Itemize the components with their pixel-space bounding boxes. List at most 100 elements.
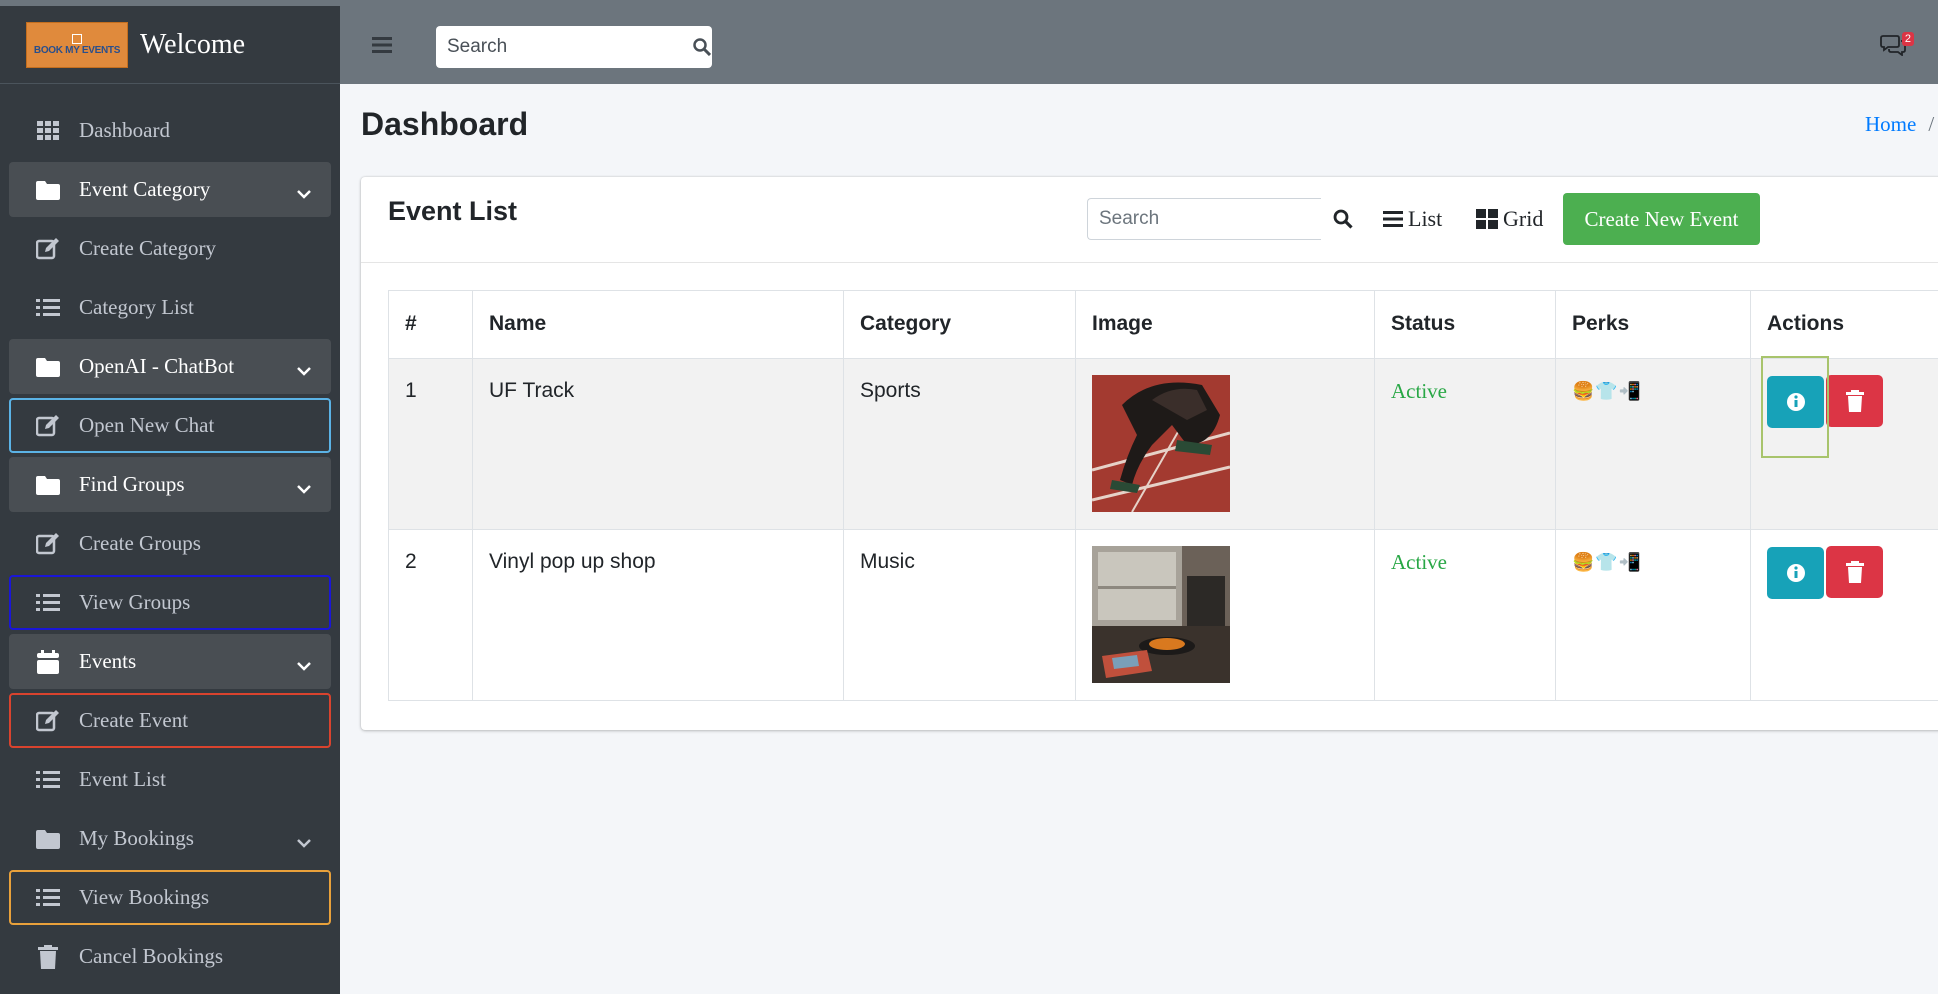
folder-icon [35, 178, 61, 202]
event-search [1087, 198, 1321, 240]
list-icon [35, 296, 61, 320]
action-buttons [1767, 546, 1883, 599]
events-table: # Name Category Image Status Perks Actio… [388, 290, 1938, 701]
highlight-box [1761, 356, 1829, 458]
cell-name: UF Track [472, 358, 844, 530]
cell-number: 1 [388, 358, 473, 530]
brand-title: Welcome [140, 28, 246, 60]
event-search-input[interactable] [1088, 199, 1321, 239]
sidebar-item-label: Create Category [79, 236, 217, 260]
status-badge: Active [1391, 550, 1447, 574]
sidebar-item-create-groups[interactable]: Create Groups [9, 516, 331, 571]
folder-icon [35, 355, 61, 379]
column-header: Perks [1555, 290, 1751, 359]
calendar-icon [35, 649, 61, 674]
cell-category: Music [843, 529, 1076, 701]
cell-perks: 🍔👕📲 [1555, 358, 1751, 530]
grid-view-icon [1476, 209, 1498, 229]
cell-number: 2 [388, 529, 473, 701]
cell-actions [1750, 529, 1938, 701]
list-icon [35, 591, 61, 615]
trash-icon [1845, 561, 1864, 583]
chevron-down-icon [297, 829, 311, 854]
grid-view-button[interactable]: Grid [1476, 206, 1543, 232]
list-view-button[interactable]: List [1383, 206, 1442, 232]
chevron-down-icon [297, 475, 311, 500]
sidebar-item-label: Events [79, 649, 137, 673]
sidebar-item-category-list[interactable]: Category List [9, 280, 331, 335]
create-new-event-button[interactable]: Create New Event [1563, 193, 1760, 245]
delete-button[interactable] [1826, 546, 1883, 598]
breadcrumb: Home / [1865, 112, 1934, 137]
table-header-row: # Name Category Image Status Perks Actio… [388, 290, 1938, 359]
perks-icons: 🍔👕📲 [1572, 381, 1643, 401]
cell-status: Active [1374, 358, 1556, 530]
card-title: Event List [388, 196, 518, 226]
sidebar-item-label: Dashboard [79, 118, 170, 142]
column-header: Name [472, 290, 844, 359]
breadcrumb-home-link[interactable]: Home [1865, 112, 1916, 136]
page-title: Dashboard [361, 106, 529, 142]
sidebar-item-label: Event List [79, 767, 166, 791]
sidebar-item-label: My Bookings [79, 826, 194, 850]
event-image-vinyl [1092, 546, 1230, 683]
top-navbar: 2 [340, 0, 1938, 84]
sidebar-item-dashboard[interactable]: Dashboard [9, 103, 331, 158]
sidebar-item-create-category[interactable]: Create Category [9, 221, 331, 276]
column-header: Actions [1750, 290, 1938, 359]
sidebar-item-label: Cancel Bookings [79, 944, 224, 968]
status-badge: Active [1391, 379, 1447, 403]
sidebar-item-label: Open New Chat [79, 413, 215, 437]
brand-logo: BOOK MY EVENTS [26, 21, 128, 68]
sidebar-item-my-bookings[interactable]: My Bookings [9, 811, 331, 866]
list-view-icon [1383, 211, 1403, 227]
navbar-search [436, 26, 712, 68]
chevron-down-icon [297, 652, 311, 677]
folder-icon [35, 827, 61, 851]
cell-name: Vinyl pop up shop [472, 529, 844, 701]
edit-icon [35, 414, 61, 438]
column-header: # [388, 290, 473, 359]
hamburger-menu-icon[interactable] [372, 36, 392, 59]
sidebar-item-label: Create Groups [79, 531, 201, 555]
table-row: 2 Vinyl pop up shop Music Active 🍔👕📲 [388, 529, 1938, 701]
sidebar-item-label: View Bookings [79, 885, 209, 909]
sidebar-item-view-bookings[interactable]: View Bookings [9, 870, 331, 925]
sidebar-item-find-groups[interactable]: Find Groups [9, 457, 331, 512]
event-image-track [1091, 375, 1231, 513]
trash-icon [35, 944, 61, 969]
delete-button[interactable] [1826, 375, 1883, 427]
navbar-search-input[interactable] [436, 26, 692, 68]
sidebar-item-open-new-chat[interactable]: Open New Chat [9, 398, 331, 453]
sidebar-item-create-event[interactable]: Create Event [9, 693, 331, 748]
edit-icon [35, 237, 61, 261]
notification-badge: 2 [1901, 32, 1914, 46]
sidebar-item-events[interactable]: Events [9, 634, 331, 689]
edit-icon [35, 709, 61, 733]
search-icon[interactable] [692, 38, 712, 56]
column-header: Status [1374, 290, 1556, 359]
sidebar-item-event-list[interactable]: Event List [9, 752, 331, 807]
info-button[interactable] [1767, 547, 1824, 599]
sidebar: BOOK MY EVENTS Welcome Dashboard Event C… [0, 0, 340, 994]
chevron-down-icon [297, 357, 311, 382]
sidebar-item-label: Event Category [79, 177, 211, 201]
breadcrumb-separator: / [1928, 112, 1935, 136]
sidebar-item-label: OpenAI - ChatBot [79, 354, 235, 378]
sidebar-item-cancel-bookings[interactable]: Cancel Bookings [9, 929, 331, 984]
sidebar-item-openai-chatbot[interactable]: OpenAI - ChatBot [9, 339, 331, 394]
brand[interactable]: BOOK MY EVENTS Welcome [0, 6, 340, 84]
grid-view-label: Grid [1503, 206, 1544, 231]
edit-icon [35, 532, 61, 556]
cell-perks: 🍔👕📲 [1555, 529, 1751, 701]
folder-icon [35, 473, 61, 497]
sidebar-item-event-category[interactable]: Event Category [9, 162, 331, 217]
search-icon[interactable] [1321, 198, 1365, 240]
action-buttons [1761, 356, 1883, 458]
trash-icon [1845, 390, 1864, 412]
perks-icons: 🍔👕📲 [1572, 552, 1643, 572]
sidebar-item-label: View Groups [79, 590, 191, 614]
sidebar-item-view-groups[interactable]: View Groups [9, 575, 331, 630]
column-header: Image [1075, 290, 1375, 359]
info-icon [1786, 564, 1805, 582]
